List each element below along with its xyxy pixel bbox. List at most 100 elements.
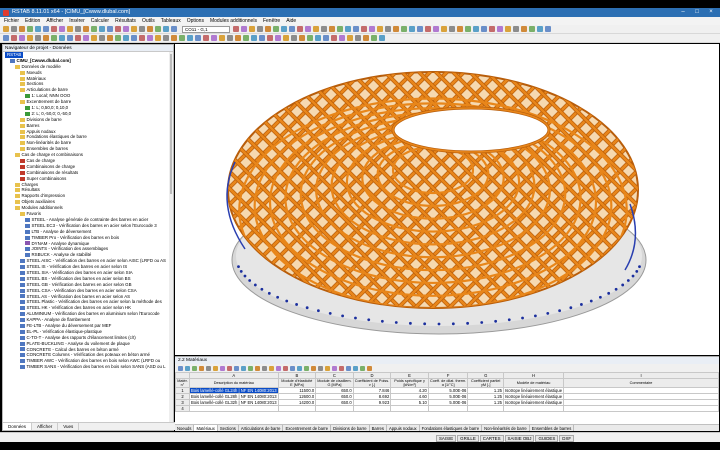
panel-toolbar-icon[interactable] [269, 365, 274, 371]
navigator-scrollbar[interactable] [169, 52, 173, 422]
toolbar-button-icon[interactable] [299, 35, 305, 41]
toolbar-button-icon[interactable] [163, 26, 169, 32]
toolbar-button-icon[interactable] [377, 26, 383, 32]
toolbar-button-icon[interactable] [43, 35, 49, 41]
panel-toolbar-icon[interactable] [199, 365, 204, 371]
close-icon[interactable]: × [704, 8, 718, 17]
status-toggle[interactable]: CARTES [479, 434, 504, 442]
model-viewport[interactable] [175, 44, 719, 355]
loadcase-combo[interactable]: CO11 - G,1 [182, 25, 230, 33]
table-tab[interactable]: Articulations de barre [239, 425, 284, 431]
table-cell[interactable] [352, 405, 392, 413]
toolbar-button-icon[interactable] [313, 26, 319, 32]
toolbar-button-icon[interactable] [417, 26, 423, 32]
panel-toolbar-icon[interactable] [297, 365, 302, 371]
table-cell[interactable]: Isotrope linéairement élastique [503, 393, 565, 401]
toolbar-button-icon[interactable] [521, 26, 527, 32]
menu-item[interactable]: Modules additionnels [210, 18, 257, 24]
toolbar-button-icon[interactable] [51, 26, 57, 32]
menu-item[interactable]: Tableaux [161, 18, 181, 24]
panel-toolbar-icon[interactable] [304, 365, 309, 371]
menu-item[interactable]: Aide [286, 18, 296, 24]
toolbar-button-icon[interactable] [51, 35, 57, 41]
toolbar-button-icon[interactable] [385, 26, 391, 32]
toolbar-button-icon[interactable] [241, 26, 247, 32]
table-cell[interactable]: 4 [175, 405, 190, 413]
toolbar-button-icon[interactable] [505, 26, 511, 32]
toolbar-button-icon[interactable] [289, 26, 295, 32]
table-row[interactable]: 4 [175, 405, 719, 413]
toolbar-button-icon[interactable] [369, 26, 375, 32]
toolbar-button-icon[interactable] [321, 26, 327, 32]
table-cell[interactable] [467, 405, 505, 413]
table-cell[interactable]: Bois lamellé-collé GL32h | NF EN 14080:2… [188, 399, 279, 407]
toolbar-button-icon[interactable] [345, 26, 351, 32]
maximize-icon[interactable]: □ [690, 8, 704, 17]
toolbar-button-icon[interactable] [257, 26, 263, 32]
table-cell[interactable]: Bois lamellé-collé GL24h | NF EN 14080:2… [188, 387, 279, 395]
menu-item[interactable]: Insérer [69, 18, 85, 24]
panel-toolbar-icon[interactable] [220, 365, 225, 371]
menu-item[interactable]: Options [187, 18, 204, 24]
table-tab[interactable]: Fondations élastiques de barre [420, 425, 483, 431]
toolbar-button-icon[interactable] [401, 26, 407, 32]
toolbar-button-icon[interactable] [83, 35, 89, 41]
toolbar-button-icon[interactable] [265, 26, 271, 32]
toolbar-button-icon[interactable] [27, 26, 33, 32]
toolbar-button-icon[interactable] [227, 35, 233, 41]
toolbar-button-icon[interactable] [283, 35, 289, 41]
toolbar-button-icon[interactable] [163, 35, 169, 41]
toolbar-button-icon[interactable] [275, 35, 281, 41]
toolbar-button-icon[interactable] [179, 35, 185, 41]
toolbar-button-icon[interactable] [75, 35, 81, 41]
toolbar-button-icon[interactable] [513, 26, 519, 32]
toolbar-button-icon[interactable] [203, 35, 209, 41]
toolbar-button-icon[interactable] [233, 26, 239, 32]
minimize-icon[interactable]: – [676, 8, 690, 17]
toolbar-button-icon[interactable] [249, 26, 255, 32]
toolbar-button-icon[interactable] [147, 26, 153, 32]
toolbar-button-icon[interactable] [131, 35, 137, 41]
menu-item[interactable]: Fenêtre [263, 18, 280, 24]
toolbar-button-icon[interactable] [355, 35, 361, 41]
toolbar-button-icon[interactable] [251, 35, 257, 41]
table-cell[interactable]: Isotrope linéairement élastique [503, 399, 565, 407]
toolbar-button-icon[interactable] [371, 35, 377, 41]
toolbar-button-icon[interactable] [347, 35, 353, 41]
toolbar-button-icon[interactable] [43, 26, 49, 32]
panel-toolbar-icon[interactable] [262, 365, 267, 371]
toolbar-button-icon[interactable] [211, 35, 217, 41]
toolbar-button-icon[interactable] [107, 35, 113, 41]
panel-toolbar-icon[interactable] [290, 365, 295, 371]
toolbar-button-icon[interactable] [273, 26, 279, 32]
toolbar-button-icon[interactable] [281, 26, 287, 32]
toolbar-button-icon[interactable] [315, 35, 321, 41]
table-cell[interactable] [315, 405, 354, 413]
panel-toolbar-icon[interactable] [192, 365, 197, 371]
toolbar-button-icon[interactable] [139, 35, 145, 41]
menu-item[interactable]: Résultats [115, 18, 136, 24]
toolbar-button-icon[interactable] [337, 26, 343, 32]
status-toggle[interactable]: GUIDES [535, 434, 559, 442]
toolbar-button-icon[interactable] [19, 26, 25, 32]
table-tab[interactable]: Non-linéarités de barre [482, 425, 530, 431]
toolbar-button-icon[interactable] [219, 35, 225, 41]
toolbar-button-icon[interactable] [457, 26, 463, 32]
toolbar-button-icon[interactable] [473, 26, 479, 32]
table-cell[interactable]: Isotrope linéairement élastique [503, 387, 565, 395]
toolbar-button-icon[interactable] [115, 26, 121, 32]
menu-item[interactable]: Calculer [91, 18, 109, 24]
gridshell-3d-model[interactable] [175, 44, 719, 355]
panel-toolbar-icon[interactable] [248, 365, 253, 371]
toolbar-button-icon[interactable] [449, 26, 455, 32]
toolbar-button-icon[interactable] [155, 35, 161, 41]
toolbar-button-icon[interactable] [99, 35, 105, 41]
toolbar-button-icon[interactable] [67, 26, 73, 32]
panel-toolbar-icon[interactable] [325, 365, 330, 371]
toolbar-button-icon[interactable] [171, 35, 177, 41]
panel-toolbar-icon[interactable] [213, 365, 218, 371]
toolbar-button-icon[interactable] [529, 26, 535, 32]
panel-toolbar-icon[interactable] [241, 365, 246, 371]
toolbar-button-icon[interactable] [259, 35, 265, 41]
toolbar-button-icon[interactable] [11, 26, 17, 32]
